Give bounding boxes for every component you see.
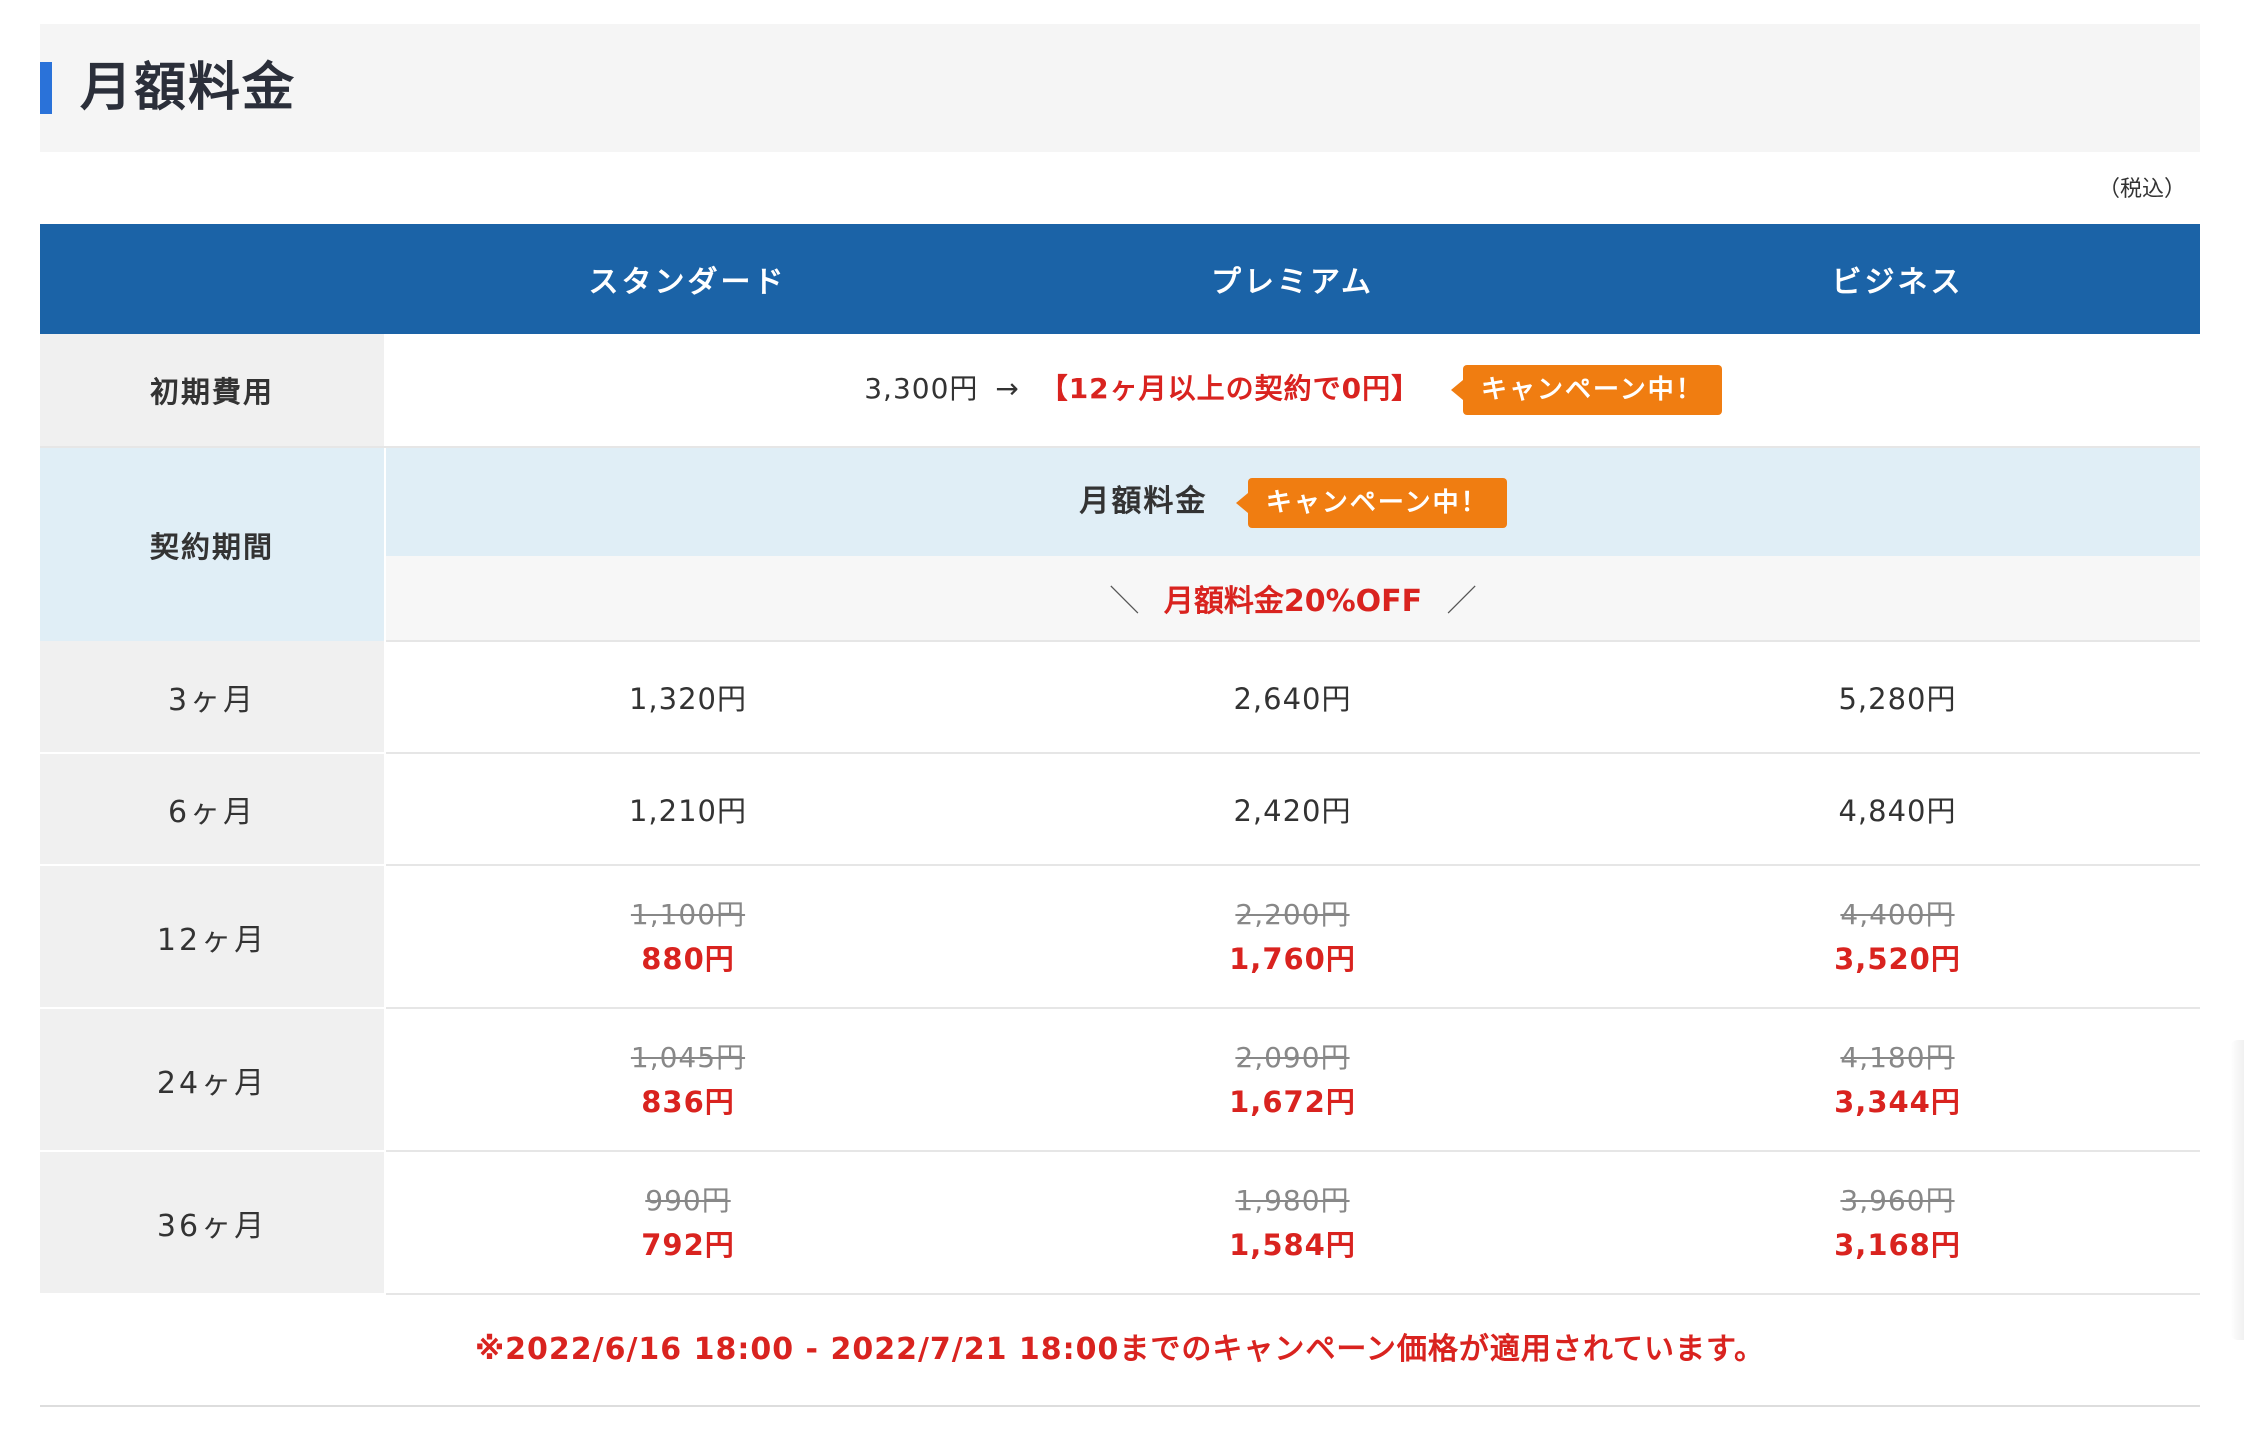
discount-price: 3,344円 <box>1834 1084 1961 1119</box>
page-title: 月額料金 <box>80 58 297 118</box>
campaign-badge: キャンペーン中！ <box>1451 365 1722 415</box>
campaign-badge: キャンペーン中！ <box>1235 477 1507 528</box>
old-price: 1,980円 <box>1235 1183 1350 1217</box>
price-cell-premium: 2,420円 <box>990 753 1595 866</box>
price-value: 2,420円 <box>1233 794 1352 828</box>
price-cell-standard: 1,210円 <box>385 753 990 866</box>
initial-fee-cell: 3,300円 → 【12ヶ月以上の契約で0円】 キャンペーン中！ <box>385 334 2200 448</box>
discount-price: 1,672円 <box>1229 1084 1356 1119</box>
price-value: 1,320円 <box>628 682 748 716</box>
price-value: 1,210円 <box>628 794 748 828</box>
price-cell-business: 4,180円 3,344円 <box>1595 1008 2200 1152</box>
old-price: 2,090円 <box>1235 1040 1350 1074</box>
period-label: 3ヶ月 <box>40 641 386 754</box>
table-header-row: スタンダード プレミアム ビジネス <box>40 224 2200 334</box>
period-label: 6ヶ月 <box>40 753 386 866</box>
header-plan-business: ビジネス <box>1595 224 2200 334</box>
old-price: 4,400円 <box>1840 897 1955 931</box>
price-cell-business: 4,840円 <box>1595 753 2200 866</box>
discount-price: 1,760円 <box>1229 941 1356 976</box>
discount-price: 792円 <box>641 1227 735 1262</box>
initial-fee-price: 3,300円 <box>864 372 979 405</box>
discount-price: 1,584円 <box>1229 1227 1356 1262</box>
contract-period-label: 契約期間 <box>40 447 386 641</box>
price-cell-premium: 2,090円 1,672円 <box>990 1008 1595 1152</box>
old-price: 4,180円 <box>1840 1040 1955 1074</box>
price-cell-standard: 1,320円 <box>385 641 990 754</box>
scroll-edge-shadow <box>2230 1040 2244 1340</box>
price-cell-premium: 2,200円 1,760円 <box>990 865 1595 1009</box>
header-plan-standard: スタンダード <box>385 224 990 334</box>
price-value: 2,640円 <box>1233 682 1352 716</box>
period-label: 12ヶ月 <box>40 865 386 1009</box>
price-value: 5,280円 <box>1838 682 1957 716</box>
table-row: 24ヶ月 1,045円 836円 2,090円 1,672円 4,180円 3,… <box>40 1008 2200 1152</box>
price-cell-standard: 1,045円 836円 <box>385 1008 990 1152</box>
price-cell-business: 4,400円 3,520円 <box>1595 865 2200 1009</box>
discount-cell: ＼ 月額料金20%OFF ／ <box>385 556 2200 642</box>
header-empty-cell <box>40 224 385 334</box>
arrow-right-icon: → <box>995 372 1019 405</box>
price-cell-business: 5,280円 <box>1595 641 2200 754</box>
old-price: 1,100円 <box>630 897 746 931</box>
discount-price: 836円 <box>641 1084 735 1119</box>
pricing-section: 月額料金 （税込） スタンダード プレミアム ビジネス 初期費用 3,300円 … <box>40 24 2200 1407</box>
initial-fee-label: 初期費用 <box>40 334 386 448</box>
discount-slash-left: ＼ <box>1109 584 1140 619</box>
monthly-fee-head-cell: 月額料金 キャンペーン中！ <box>385 447 2200 556</box>
old-price: 3,960円 <box>1840 1183 1955 1217</box>
old-price: 2,200円 <box>1235 897 1350 931</box>
old-price: 990円 <box>645 1183 731 1217</box>
table-row: 6ヶ月 1,210円 2,420円 4,840円 <box>40 753 2200 866</box>
campaign-period-note: ※2022/6/16 18:00 - 2022/7/21 18:00までのキャン… <box>40 1295 2200 1407</box>
pricing-table: スタンダード プレミアム ビジネス 初期費用 3,300円 → 【12ヶ月以上の… <box>40 224 2200 1295</box>
heading-accent-bar <box>40 62 52 114</box>
discount-text: 月額料金20%OFF <box>1163 584 1423 619</box>
price-cell-standard: 990円 792円 <box>385 1151 990 1295</box>
initial-fee-promo: 【12ヶ月以上の契約で0円】 <box>1039 372 1421 405</box>
tax-note: （税込） <box>2097 177 2186 202</box>
discount-price: 3,520円 <box>1834 941 1961 976</box>
discount-price: 3,168円 <box>1834 1227 1961 1262</box>
monthly-fee-label: 月額料金 <box>1079 484 1208 520</box>
header-plan-premium: プレミアム <box>990 224 1595 334</box>
period-label: 36ヶ月 <box>40 1151 386 1295</box>
monthly-fee-head-row: 契約期間 月額料金 キャンペーン中！ <box>40 447 2200 641</box>
price-cell-business: 3,960円 3,168円 <box>1595 1151 2200 1295</box>
price-cell-premium: 1,980円 1,584円 <box>990 1151 1595 1295</box>
discount-price: 880円 <box>641 941 735 976</box>
discount-slash-right: ／ <box>1446 584 1477 619</box>
price-value: 4,840円 <box>1838 794 1957 828</box>
table-row: 12ヶ月 1,100円 880円 2,200円 1,760円 4,400円 3,… <box>40 865 2200 1009</box>
price-cell-premium: 2,640円 <box>990 641 1595 754</box>
period-label: 24ヶ月 <box>40 1008 386 1152</box>
table-row: 36ヶ月 990円 792円 1,980円 1,584円 3,960円 3,16… <box>40 1151 2200 1295</box>
price-cell-standard: 1,100円 880円 <box>385 865 990 1009</box>
section-heading: 月額料金 <box>40 24 2200 152</box>
old-price: 1,045円 <box>630 1040 746 1074</box>
table-row: 3ヶ月 1,320円 2,640円 5,280円 <box>40 641 2200 754</box>
initial-fee-row: 初期費用 3,300円 → 【12ヶ月以上の契約で0円】 キャンペーン中！ <box>40 334 2200 448</box>
